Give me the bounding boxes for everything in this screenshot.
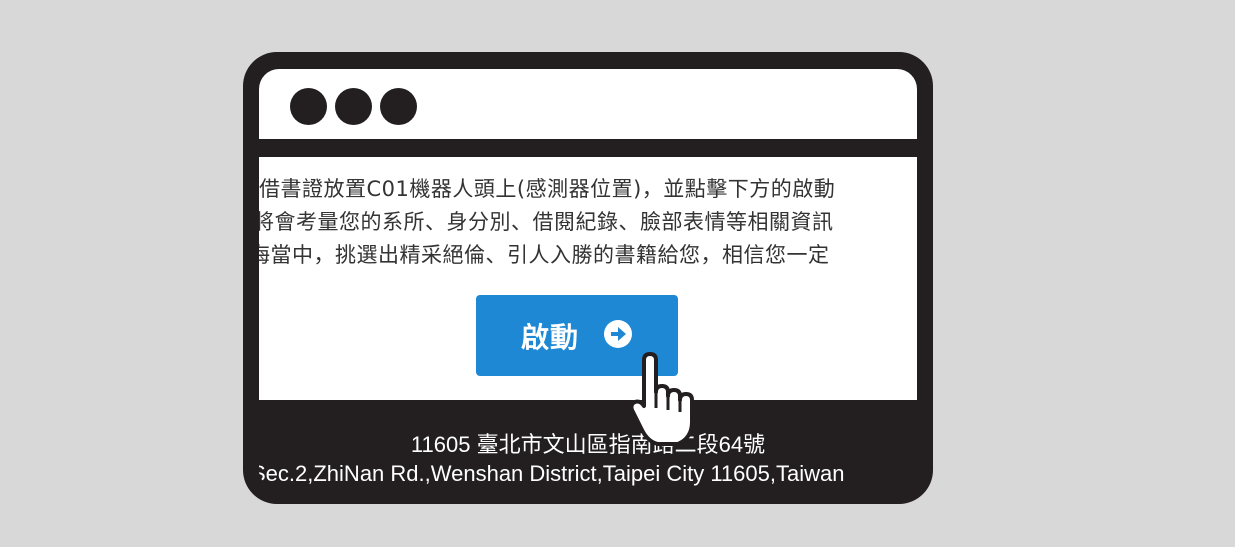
address-english: Sec.2,ZhiNan Rd.,Wenshan District,Taipei… (259, 461, 845, 486)
address-chinese: 11605 臺北市文山區指南路二段64號 (410, 432, 766, 457)
window-control-dot-2[interactable] (335, 88, 372, 125)
title-bar (259, 69, 917, 139)
window-control-dot-1[interactable] (290, 88, 327, 125)
start-button-label: 啟動 (520, 320, 579, 354)
content-area: 借書證放置C01機器人頭上(感測器位置)，並點擊下方的啟動 將會考量您的系所、身… (259, 157, 917, 400)
instruction-line-3: 海當中，挑選出精采絕倫、引人入勝的書籍給您，相信您一定 (259, 243, 830, 267)
browser-window: 借書證放置C01機器人頭上(感測器位置)，並點擊下方的啟動 將會考量您的系所、身… (243, 52, 933, 504)
instruction-line-2: 將會考量您的系所、身分別、借閱紀錄、臉部表情等相關資訊 (259, 210, 834, 234)
footer: 11605 臺北市文山區指南路二段64號 Sec.2,ZhiNan Rd.,We… (259, 400, 917, 488)
arrow-right-circle-icon (603, 319, 633, 353)
hand-pointer-icon (629, 352, 712, 448)
window-control-dot-3[interactable] (380, 88, 417, 125)
instruction-line-1: 借書證放置C01機器人頭上(感測器位置)，並點擊下方的啟動 (259, 177, 836, 201)
